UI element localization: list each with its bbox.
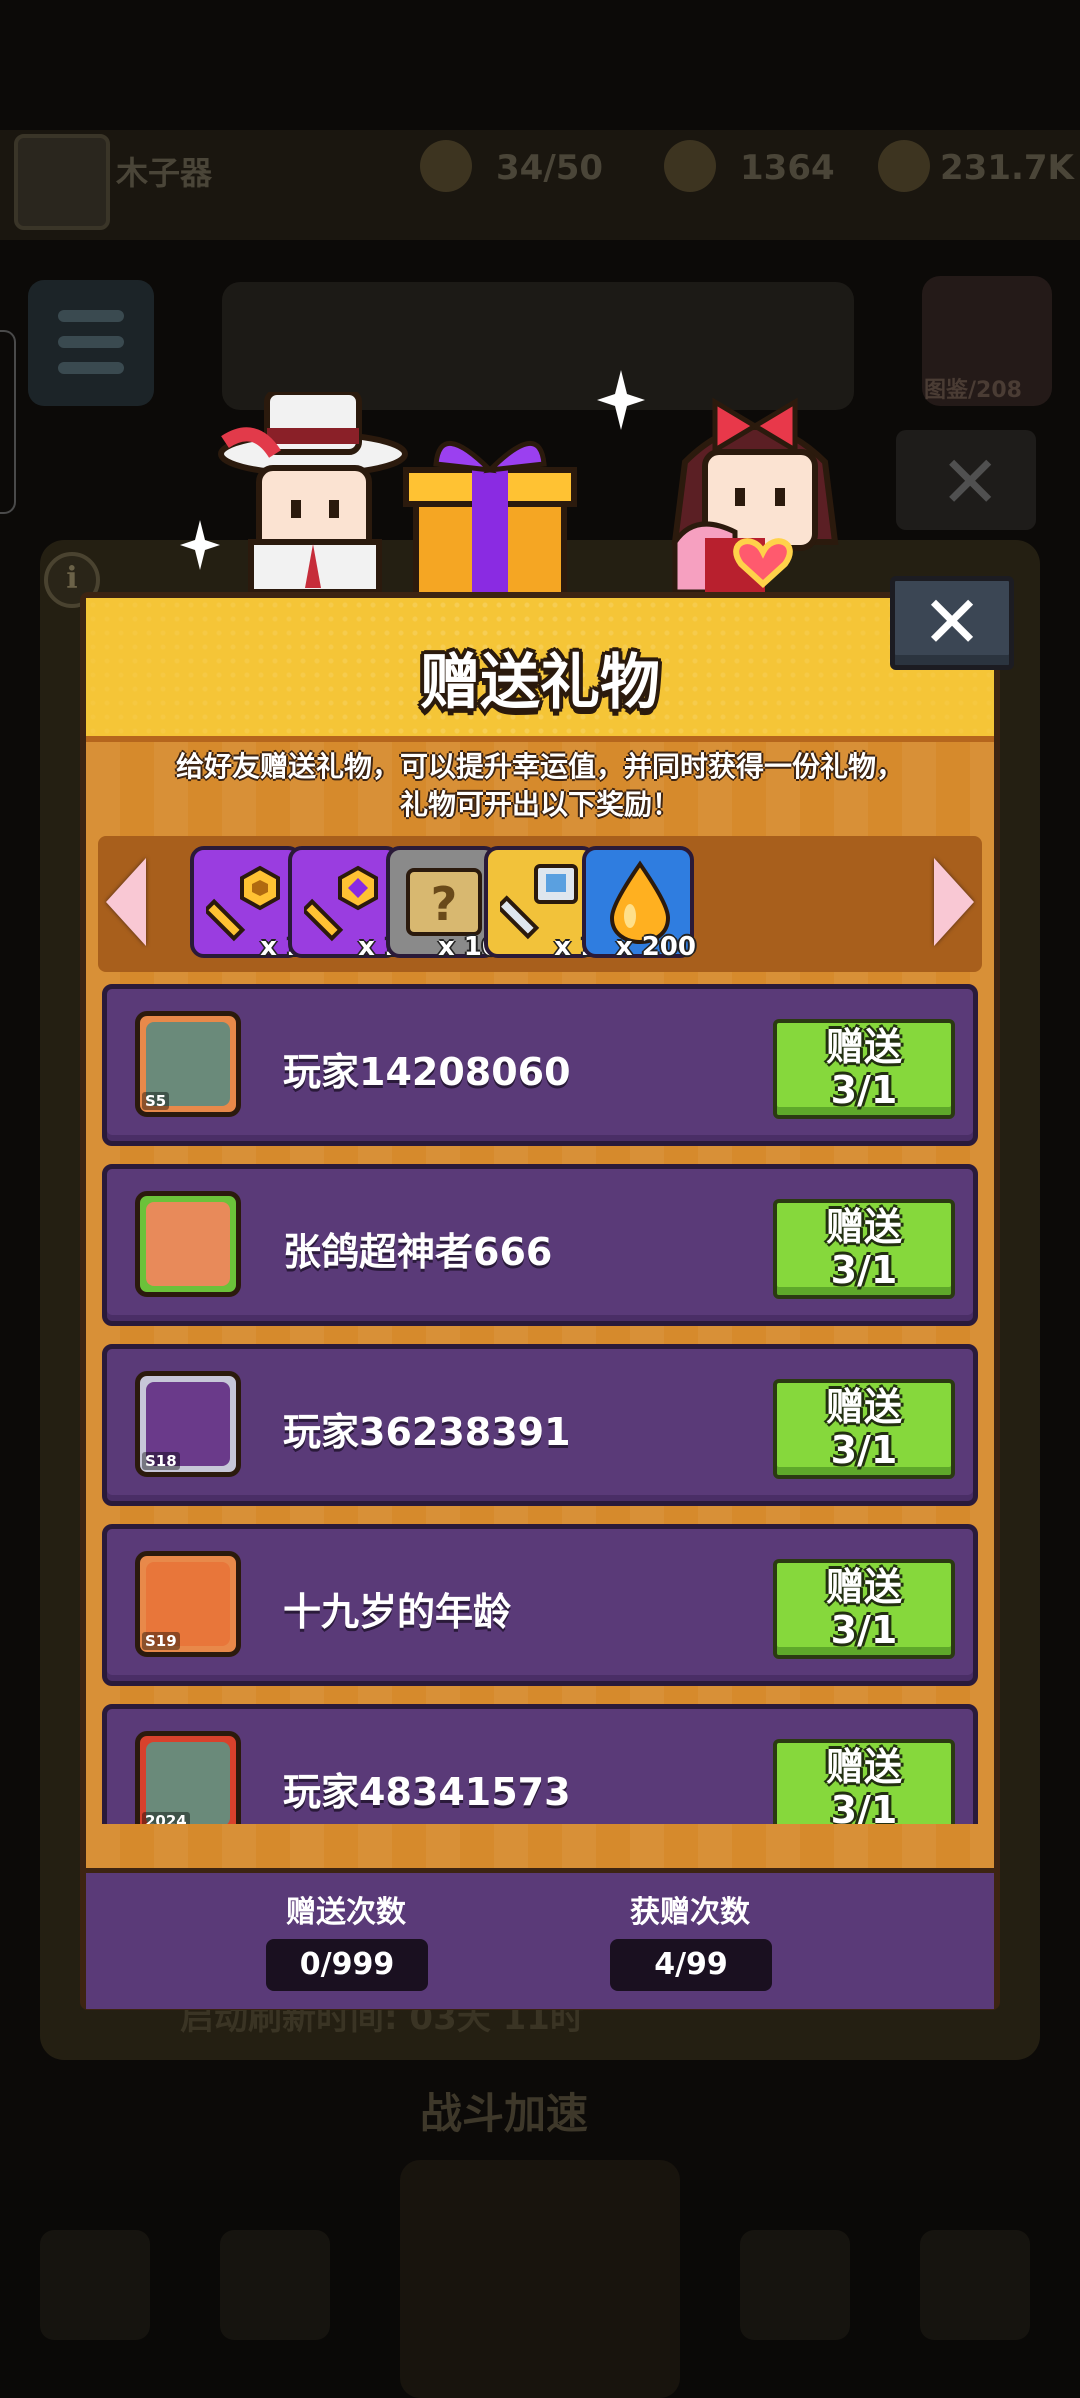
friend-avatar[interactable]: S18 (135, 1371, 241, 1477)
dialog-title: 赠送礼物 (420, 648, 660, 718)
background-energy: 34/50 (496, 148, 604, 188)
send-gift-label: 赠送 (825, 1745, 902, 1789)
reward-item[interactable]: x 1 (484, 846, 598, 962)
friend-level-badge: S5 (142, 1092, 170, 1110)
friend-level-badge: S18 (142, 1452, 180, 1470)
background-right-button-label: 图鉴/208 (924, 378, 1022, 403)
send-gift-count: 3/1 (830, 1608, 898, 1652)
send-gift-count: 3/1 (830, 1788, 898, 1824)
send-gift-label: 赠送 (825, 1205, 902, 1249)
energy-icon (420, 140, 472, 192)
friend-name: 十九岁的年龄 (283, 1590, 512, 1634)
background-close-button: ✕ (896, 430, 1036, 530)
friend-row: S5 玩家14208060 赠送 3/1 (102, 984, 978, 1146)
svg-text:?: ? (431, 877, 458, 931)
sparkle-icon (180, 520, 220, 570)
send-gift-label: 赠送 (825, 1025, 902, 1069)
send-gift-count: 3/1 (830, 1248, 898, 1292)
friend-avatar[interactable]: S19 (135, 1551, 241, 1657)
background-nav-icon (920, 2230, 1030, 2340)
friend-name: 玩家36238391 (283, 1410, 571, 1454)
friend-list[interactable]: S5 玩家14208060 赠送 3/1 张鸽超神者666 赠送 3/1 S18 (86, 984, 994, 1824)
gift-stats-footer: 赠送次数 0/999 获赠次数 4/99 (86, 1868, 994, 2009)
send-gift-count: 3/1 (830, 1428, 898, 1472)
friend-name: 张鸽超神者666 (283, 1230, 553, 1274)
receive-count-value: 4/99 (610, 1939, 772, 1991)
background-nav-icon (740, 2230, 850, 2340)
send-gift-button[interactable]: 赠送 3/1 (773, 1559, 955, 1659)
reward-next-arrow[interactable] (934, 858, 974, 946)
background-avatar (14, 134, 110, 230)
background-gems: 1364 (740, 148, 835, 188)
background-player-name: 木子器 (116, 154, 213, 192)
background-nav-center (400, 2160, 680, 2398)
receive-count-label: 获赠次数 (630, 1895, 750, 1930)
friend-level-badge: S19 (142, 1632, 180, 1650)
reward-item[interactable]: x 1 (190, 846, 304, 962)
side-notch (0, 330, 16, 514)
gift-dialog: 赠送礼物 给好友赠送礼物，可以提升幸运值，并同时获得一份礼物， 礼物可开出以下奖… (80, 592, 1000, 2010)
background-nav-icon (40, 2230, 150, 2340)
background-gold: 231.7K (940, 148, 1074, 188)
friend-avatar[interactable]: S5 (135, 1011, 241, 1117)
dialog-description: 给好友赠送礼物，可以提升幸运值，并同时获得一份礼物， 礼物可开出以下奖励！ (86, 748, 994, 824)
girl-character-icon (671, 397, 839, 592)
friend-row: 2024 玩家48341573 赠送 3/1 (102, 1704, 978, 1824)
send-count-value: 0/999 (266, 1939, 428, 1991)
send-gift-button[interactable]: 赠送 3/1 (773, 1739, 955, 1824)
reward-prev-arrow[interactable] (106, 858, 146, 946)
dialog-title-bar: 赠送礼物 (86, 598, 994, 742)
gift-box-icon (403, 441, 577, 599)
send-gift-count: 3/1 (830, 1068, 898, 1112)
gem-icon (664, 140, 716, 192)
send-gift-label: 赠送 (825, 1565, 902, 1609)
background-menu-button (28, 280, 154, 406)
gentleman-character-icon (218, 392, 408, 592)
description-line-1: 给好友赠送礼物，可以提升幸运值，并同时获得一份礼物， (175, 750, 904, 783)
send-count-label: 赠送次数 (286, 1895, 406, 1930)
friend-row: S18 玩家36238391 赠送 3/1 (102, 1344, 978, 1506)
reward-qty: x 200 (615, 932, 696, 962)
friend-row: 张鸽超神者666 赠送 3/1 (102, 1164, 978, 1326)
gold-icon (878, 140, 930, 192)
background-center-bar (222, 282, 854, 410)
description-line-2: 礼物可开出以下奖励！ (399, 788, 680, 821)
sparkle-icon (597, 370, 645, 430)
background-nav-icon (220, 2230, 330, 2340)
friend-name: 玩家14208060 (283, 1050, 571, 1094)
friend-row: S19 十九岁的年龄 赠送 3/1 (102, 1524, 978, 1686)
friend-level-badge: 2024 (142, 1812, 190, 1824)
send-gift-label: 赠送 (825, 1385, 902, 1429)
reward-item[interactable]: x 200 (582, 846, 696, 962)
background-fight-text: 战斗加速 (420, 2089, 589, 2138)
reward-carousel: x 1 x 1 ? x 10 x 1 x 200 (98, 836, 982, 972)
reward-item[interactable]: ? x 10 (386, 846, 500, 962)
send-gift-button[interactable]: 赠送 3/1 (773, 1019, 955, 1119)
close-button[interactable]: ✕ (890, 576, 1014, 670)
friend-name: 玩家48341573 (283, 1770, 571, 1814)
send-gift-button[interactable]: 赠送 3/1 (773, 1379, 955, 1479)
reward-item[interactable]: x 1 (288, 846, 402, 962)
close-icon: ✕ (921, 580, 983, 664)
friend-avatar[interactable] (135, 1191, 241, 1297)
friend-avatar[interactable]: 2024 (135, 1731, 241, 1824)
send-gift-button[interactable]: 赠送 3/1 (773, 1199, 955, 1299)
